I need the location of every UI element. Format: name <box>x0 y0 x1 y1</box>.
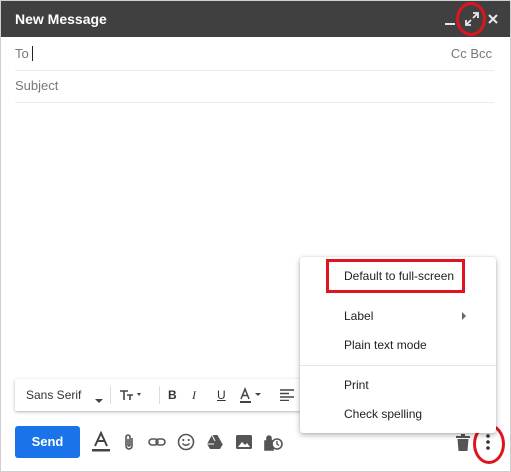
align-icon[interactable] <box>280 389 294 401</box>
to-label: To <box>15 46 29 61</box>
underline-icon[interactable]: U <box>217 388 226 402</box>
link-icon[interactable] <box>148 433 166 451</box>
font-chevron-down-icon[interactable] <box>95 393 103 407</box>
font-select-label: Sans Serif <box>26 388 82 402</box>
emoji-icon[interactable] <box>177 433 195 451</box>
annotation-box-default-full-screen <box>326 259 465 293</box>
text-color-icon[interactable] <box>239 386 267 404</box>
compose-window: New Message To Cc Bcc Subject Sans Serif <box>0 0 511 472</box>
menu-item-plain-text-mode[interactable]: Plain text mode <box>344 338 427 352</box>
menu-divider <box>300 365 496 366</box>
drive-icon[interactable] <box>206 433 224 451</box>
subject-field[interactable]: Subject <box>15 70 494 103</box>
window-title: New Message <box>15 11 107 27</box>
font-select[interactable]: Sans Serif <box>26 388 81 402</box>
to-field[interactable]: To Cc Bcc <box>15 38 494 71</box>
send-button[interactable]: Send <box>15 426 80 458</box>
trash-icon[interactable] <box>455 434 473 452</box>
subject-placeholder: Subject <box>15 78 59 93</box>
close-icon[interactable] <box>483 9 503 29</box>
submenu-arrow-icon <box>462 312 466 320</box>
cc-bcc-links: Cc Bcc <box>451 46 492 61</box>
attach-icon[interactable] <box>122 433 140 451</box>
cc-link[interactable]: Cc <box>451 46 467 61</box>
divider <box>110 386 111 404</box>
italic-icon[interactable]: I <box>192 388 196 403</box>
title-bar[interactable]: New Message <box>1 1 510 37</box>
text-size-icon[interactable] <box>119 387 145 403</box>
bcc-link[interactable]: Bcc <box>470 46 492 61</box>
text-cursor <box>32 46 33 61</box>
divider <box>159 386 160 404</box>
photo-icon[interactable] <box>235 433 253 451</box>
bold-icon[interactable]: B <box>168 388 177 402</box>
menu-item-label[interactable]: Label <box>344 309 373 323</box>
annotation-circle-full-screen <box>456 2 486 36</box>
menu-item-print[interactable]: Print <box>344 378 369 392</box>
formatting-icon[interactable] <box>91 431 110 452</box>
confidential-icon[interactable] <box>263 433 283 451</box>
formatting-toolbar: Sans Serif B I U <box>15 379 301 411</box>
menu-item-check-spelling[interactable]: Check spelling <box>344 407 422 421</box>
